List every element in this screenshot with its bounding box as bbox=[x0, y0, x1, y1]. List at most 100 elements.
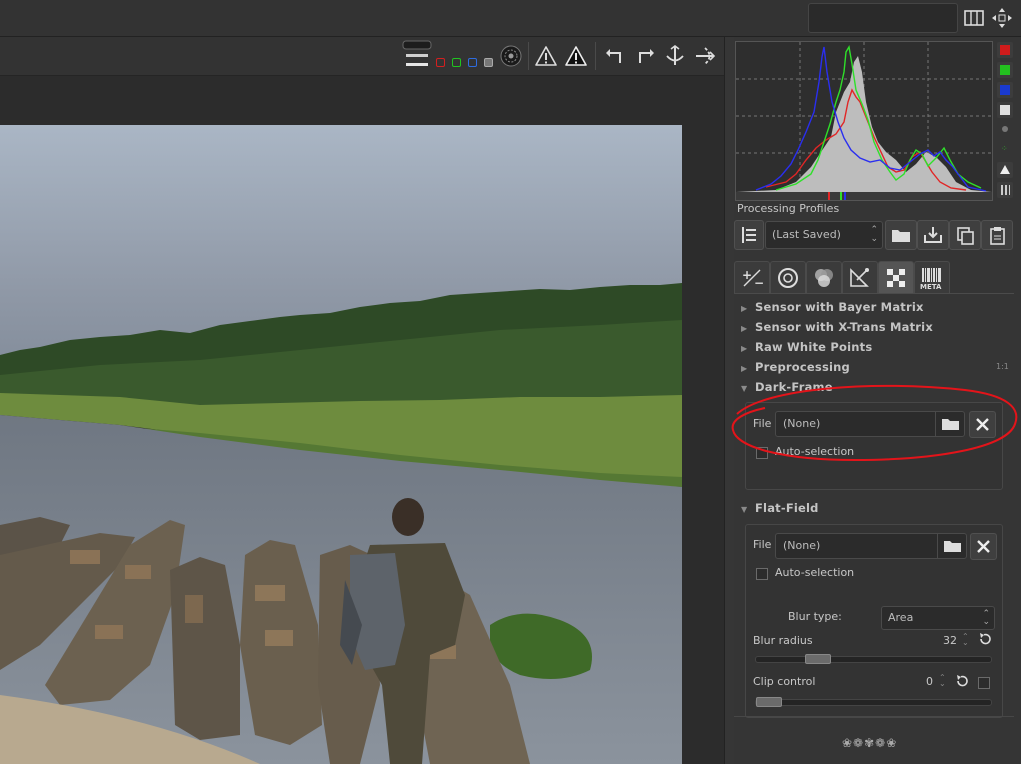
folder-icon bbox=[892, 230, 910, 242]
paste-icon bbox=[990, 227, 1005, 245]
luminance-preview-swatch[interactable] bbox=[484, 58, 493, 67]
flip-vertical-icon bbox=[666, 45, 684, 65]
clip-control-label: Clip control bbox=[753, 675, 816, 688]
transform-icon bbox=[850, 268, 869, 287]
profile-selector[interactable]: (Last Saved) ⌃ ⌄ bbox=[765, 221, 883, 249]
histogram-luminance-button[interactable] bbox=[997, 102, 1013, 118]
shadow-warning-icon bbox=[535, 46, 557, 66]
section-raw-white-points-title: Raw White Points bbox=[755, 340, 873, 354]
top-text-field[interactable] bbox=[808, 3, 958, 33]
highlight-clipping-button[interactable] bbox=[565, 45, 587, 67]
bars-icon bbox=[1001, 185, 1010, 195]
section-bayer[interactable]: ▶ Sensor with Bayer Matrix bbox=[741, 300, 924, 314]
preprocessing-badge: 1:1 bbox=[996, 362, 1009, 371]
panel-bottom-divider bbox=[734, 716, 1014, 717]
blur-type-select[interactable]: Area ⌃ ⌄ bbox=[881, 606, 995, 630]
shadow-clipping-button[interactable] bbox=[535, 45, 557, 67]
flip-vertical-button[interactable] bbox=[664, 45, 686, 67]
clip-control-slider-handle[interactable] bbox=[756, 697, 782, 707]
background-color-icon bbox=[402, 40, 432, 66]
ornament-icon: ❀❁✾❁❀ bbox=[842, 736, 898, 750]
red-preview-swatch[interactable] bbox=[436, 58, 445, 67]
clip-control-value[interactable]: 0 bbox=[926, 675, 933, 688]
flip-horizontal-button[interactable] bbox=[694, 45, 716, 67]
blur-radius-spinner-icon[interactable]: ⌃ ⌄ bbox=[962, 633, 969, 647]
flat-field-open-button[interactable] bbox=[937, 534, 966, 558]
move-window-button[interactable] bbox=[990, 6, 1014, 30]
toolbar-separator bbox=[595, 42, 596, 70]
focus-mask-button[interactable] bbox=[500, 45, 522, 67]
color-icon bbox=[815, 269, 833, 287]
triangle-up-icon bbox=[1000, 165, 1010, 174]
histogram-red-button[interactable] bbox=[997, 42, 1013, 58]
reset-icon bbox=[980, 633, 991, 645]
metadata-tab-label: META bbox=[920, 283, 942, 291]
tab-detail[interactable] bbox=[770, 261, 806, 294]
panel-layout-button[interactable] bbox=[962, 6, 986, 30]
tab-color[interactable] bbox=[806, 261, 842, 294]
clip-control-spinner-icon[interactable]: ⌃ ⌄ bbox=[939, 674, 946, 688]
histogram-mode-button[interactable] bbox=[997, 182, 1013, 198]
copy-profile-button[interactable] bbox=[949, 220, 981, 250]
histogram-blue-button[interactable] bbox=[997, 82, 1013, 98]
clip-control-slider[interactable] bbox=[755, 697, 992, 707]
clip-control-auto-checkbox[interactable] bbox=[978, 677, 990, 689]
histogram-graph bbox=[736, 42, 992, 200]
copy-icon bbox=[957, 227, 974, 245]
flat-field-auto-selection-checkbox[interactable] bbox=[756, 568, 768, 580]
open-profile-button[interactable] bbox=[885, 220, 917, 250]
flat-field-file-chooser[interactable]: (None) bbox=[775, 533, 967, 559]
section-flat-field-title: Flat-Field bbox=[755, 501, 819, 515]
green-preview-swatch[interactable] bbox=[452, 58, 461, 67]
blur-radius-label: Blur radius bbox=[753, 634, 813, 647]
tabs-divider bbox=[734, 293, 1014, 294]
rotate-right-button[interactable] bbox=[634, 45, 656, 67]
chroma-toggle-icon[interactable] bbox=[1002, 126, 1008, 132]
section-bayer-title: Sensor with Bayer Matrix bbox=[755, 300, 924, 314]
preview-image[interactable] bbox=[0, 125, 682, 764]
luminance-channel-icon bbox=[1000, 105, 1010, 115]
tab-raw[interactable] bbox=[878, 261, 914, 294]
expand-arrow-icon: ▶ bbox=[741, 304, 748, 313]
flat-field-file-value: (None) bbox=[783, 539, 821, 552]
histogram-green-button[interactable] bbox=[997, 62, 1013, 78]
blur-radius-slider-handle[interactable] bbox=[805, 654, 831, 664]
paste-profile-button[interactable] bbox=[981, 220, 1013, 250]
red-channel-icon bbox=[1000, 45, 1010, 55]
section-raw-white-points[interactable]: ▶ Raw White Points bbox=[741, 340, 872, 354]
rotate-left-button[interactable] bbox=[604, 45, 626, 67]
flat-field-file-label: File bbox=[753, 538, 772, 551]
section-preprocessing-title: Preprocessing bbox=[755, 360, 850, 374]
blur-radius-value[interactable]: 32 bbox=[943, 634, 957, 647]
raw-histogram-icon[interactable]: ⁘ bbox=[1001, 145, 1009, 153]
updown-arrows-icon: ⌃ ⌄ bbox=[870, 225, 878, 244]
clip-control-reset-button[interactable] bbox=[955, 674, 969, 688]
save-icon bbox=[924, 227, 942, 243]
river-boats-photo bbox=[0, 125, 682, 764]
blue-preview-swatch[interactable] bbox=[468, 58, 477, 67]
flat-field-clear-button[interactable] bbox=[970, 533, 997, 560]
svg-text:+: + bbox=[742, 268, 752, 282]
folder-icon bbox=[944, 541, 961, 552]
flip-horizontal-icon bbox=[696, 47, 716, 65]
section-flat-field[interactable]: ▼ Flat-Field bbox=[741, 501, 819, 515]
blur-radius-slider[interactable] bbox=[755, 654, 992, 664]
svg-text:−: − bbox=[754, 276, 764, 290]
processing-profiles-title: Processing Profiles bbox=[737, 202, 840, 215]
tab-exposure[interactable]: + − bbox=[734, 261, 770, 294]
detail-icon bbox=[778, 268, 798, 288]
blur-type-label: Blur type: bbox=[788, 610, 842, 623]
expand-arrow-icon: ▶ bbox=[741, 344, 748, 353]
blur-radius-reset-button[interactable] bbox=[978, 632, 992, 646]
save-profile-button[interactable] bbox=[917, 220, 949, 250]
profile-store-button[interactable] bbox=[734, 220, 764, 250]
expand-arrow-icon: ▶ bbox=[741, 364, 748, 373]
preview-background-button[interactable] bbox=[402, 40, 432, 70]
tab-metadata[interactable]: META bbox=[914, 261, 950, 294]
updown-arrows-icon: ⌃ ⌄ bbox=[982, 609, 990, 627]
histogram-bar-toggle[interactable] bbox=[997, 162, 1013, 178]
section-preprocessing[interactable]: ▶ Preprocessing bbox=[741, 360, 850, 374]
section-xtrans[interactable]: ▶ Sensor with X-Trans Matrix bbox=[741, 320, 933, 334]
focus-mask-icon bbox=[500, 45, 522, 67]
tab-transform[interactable] bbox=[842, 261, 878, 294]
